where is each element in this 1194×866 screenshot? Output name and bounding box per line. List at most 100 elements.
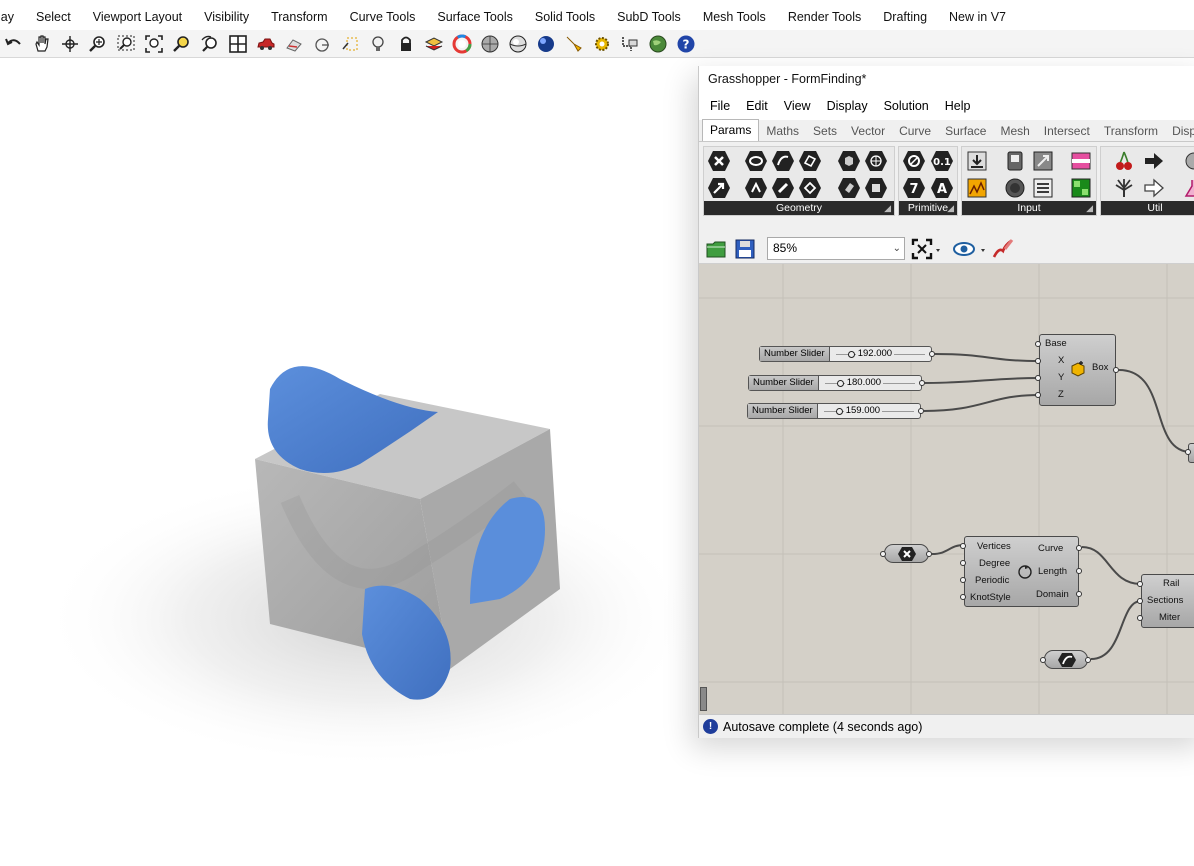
slider-knob[interactable] — [836, 380, 844, 387]
globe-icon[interactable] — [644, 32, 672, 56]
curve-param-input-port[interactable] — [1040, 657, 1046, 663]
blue-sphere-icon[interactable] — [532, 32, 560, 56]
cherry-picker-icon[interactable] — [1111, 149, 1137, 173]
geometry-param-node[interactable] — [884, 544, 929, 563]
tab-curve[interactable]: Curve — [892, 121, 938, 141]
shaded-sphere-icon[interactable] — [476, 32, 504, 56]
vector-param-icon[interactable] — [706, 176, 732, 200]
sweep-miter-port[interactable] — [1137, 615, 1143, 621]
zoom-selected-icon[interactable] — [168, 32, 196, 56]
rotate-view-icon[interactable] — [56, 32, 84, 56]
pan-hand-icon[interactable] — [28, 32, 56, 56]
util-extra-icon[interactable] — [1179, 149, 1194, 173]
box-param-icon[interactable] — [836, 149, 862, 173]
plane-param-icon[interactable] — [797, 176, 823, 200]
color-wheel-icon[interactable] — [448, 32, 476, 56]
number-slider-2[interactable]: Number Slider 180.000 — [748, 375, 922, 391]
slider-track[interactable]: 192.000 — [830, 347, 931, 361]
flashlight-icon[interactable] — [560, 32, 588, 56]
menu-item-transform[interactable]: Transform — [260, 4, 339, 30]
slider-track[interactable]: 180.000 — [819, 376, 921, 390]
tree-icon[interactable] — [1111, 176, 1137, 200]
rendered-sphere-icon[interactable] — [504, 32, 532, 56]
util-flask-icon[interactable] — [1179, 176, 1194, 200]
tab-vector[interactable]: Vector — [844, 121, 892, 141]
box-component[interactable]: Base X Y Z Box — [1039, 334, 1116, 406]
mesh-face-param-icon[interactable] — [863, 176, 889, 200]
preview-eye-icon[interactable] — [953, 238, 989, 260]
tab-sets[interactable]: Sets — [806, 121, 844, 141]
layer-icon[interactable] — [420, 32, 448, 56]
canvas-scroll-handle[interactable] — [700, 687, 707, 711]
slider-knob[interactable] — [835, 408, 843, 415]
toggle-icon[interactable] — [1002, 149, 1028, 173]
geometry-param-output-port[interactable] — [926, 551, 932, 557]
gh-canvas[interactable]: Number Slider 192.000 Number Slider 180.… — [699, 264, 1194, 714]
menu-item-visibility[interactable]: Visibility — [193, 4, 260, 30]
interpolate-periodic-port[interactable] — [960, 577, 966, 583]
slider-track[interactable]: 159.000 — [818, 404, 920, 418]
menu-item-select[interactable]: Select — [25, 4, 82, 30]
pipe-param-icon[interactable] — [770, 176, 796, 200]
tab-params[interactable]: Params — [702, 119, 760, 141]
undo-view-icon[interactable] — [196, 32, 224, 56]
undo-icon[interactable] — [0, 32, 28, 56]
slider-input-icon[interactable] — [1030, 149, 1056, 173]
tab-maths[interactable]: Maths — [759, 121, 806, 141]
gh-menu-solution[interactable]: Solution — [876, 92, 937, 120]
curve-param-output-port[interactable] — [1085, 657, 1091, 663]
menu-item-subd-tools[interactable]: SubD Tools — [606, 4, 692, 30]
gh-menu-file[interactable]: File — [702, 92, 738, 120]
colour-swatch-icon[interactable] — [1068, 176, 1094, 200]
menu-item-curve-tools[interactable]: Curve Tools — [339, 4, 427, 30]
tab-display[interactable]: Displ — [1165, 121, 1194, 141]
grasshopper-command-icon[interactable] — [616, 32, 644, 56]
boolean-param-icon[interactable] — [901, 149, 927, 173]
tab-intersect[interactable]: Intersect — [1037, 121, 1097, 141]
interpolate-degree-port[interactable] — [960, 560, 966, 566]
zoom-extents-icon[interactable] — [140, 32, 168, 56]
menu-item-render-tools[interactable]: Render Tools — [777, 4, 872, 30]
car-icon[interactable] — [252, 32, 280, 56]
box-z-port[interactable] — [1035, 392, 1041, 398]
gradient-icon[interactable] — [1068, 149, 1094, 173]
menu-item-surface-tools[interactable]: Surface Tools — [426, 4, 524, 30]
cplane-icon[interactable] — [336, 32, 364, 56]
number-param-icon[interactable]: 0.1 — [929, 149, 955, 173]
zoom-window-icon[interactable] — [112, 32, 140, 56]
arrow-right-outline-icon[interactable] — [1141, 176, 1167, 200]
zoom-extents-canvas-icon[interactable] — [911, 238, 943, 260]
box-output-port[interactable] — [1113, 367, 1119, 373]
menu-item-mesh-tools[interactable]: Mesh Tools — [692, 4, 777, 30]
gear-options-icon[interactable] — [588, 32, 616, 56]
sweep-sections-port[interactable] — [1137, 598, 1143, 604]
brep-param-icon[interactable] — [836, 176, 862, 200]
tab-mesh[interactable]: Mesh — [993, 121, 1036, 141]
interpolate-length-port[interactable] — [1076, 568, 1082, 574]
menu-item-layout[interactable]: lay — [0, 4, 25, 30]
sweep-component[interactable]: Rail Sections Miter — [1141, 574, 1194, 628]
graph-mapper-icon[interactable] — [964, 176, 990, 200]
grasshopper-window[interactable]: Grasshopper - FormFinding* File Edit Vie… — [698, 66, 1194, 738]
value-list-icon[interactable] — [1030, 176, 1056, 200]
slider-knob[interactable] — [847, 351, 855, 358]
circle-param-icon[interactable] — [743, 149, 769, 173]
tab-transform[interactable]: Transform — [1097, 121, 1165, 141]
sketch-pen-icon[interactable] — [991, 237, 1015, 261]
named-view-icon[interactable] — [280, 32, 308, 56]
button-icon[interactable] — [1002, 176, 1028, 200]
gh-menu-view[interactable]: View — [776, 92, 819, 120]
slider-output-port[interactable] — [919, 380, 925, 386]
number-slider-3[interactable]: Number Slider 159.000 — [747, 403, 921, 419]
curve-param-icon[interactable] — [770, 149, 796, 173]
mesh-param-icon[interactable] — [863, 149, 889, 173]
interpolate-domain-port[interactable] — [1076, 591, 1082, 597]
menu-item-new-in-v7[interactable]: New in V7 — [938, 4, 1017, 30]
curve-param-node[interactable] — [1044, 650, 1088, 669]
text-param-icon[interactable]: A — [929, 176, 955, 200]
number-slider-1[interactable]: Number Slider 192.000 — [759, 346, 932, 362]
surface-param-icon[interactable] — [797, 149, 823, 173]
line-param-icon[interactable] — [743, 176, 769, 200]
four-viewports-icon[interactable] — [224, 32, 252, 56]
geometry-param-icon[interactable] — [706, 149, 732, 173]
